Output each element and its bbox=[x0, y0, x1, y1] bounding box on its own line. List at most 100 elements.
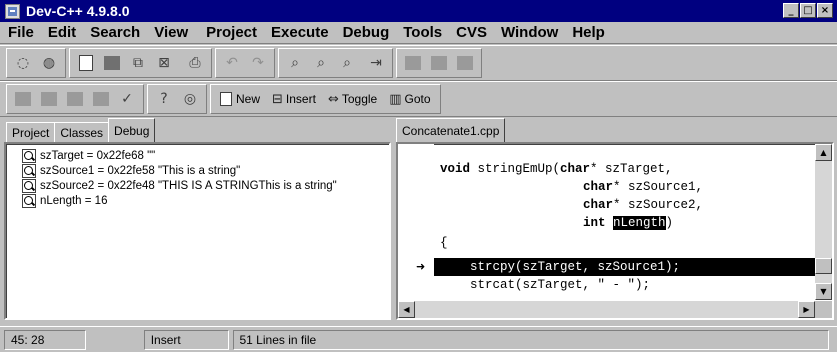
menu-project[interactable]: Project bbox=[199, 22, 264, 44]
tab-classes[interactable]: Classes bbox=[54, 122, 110, 142]
status-spacer bbox=[90, 330, 140, 350]
menu-help[interactable]: Help bbox=[565, 22, 612, 44]
scroll-right-icon[interactable]: ▶ bbox=[798, 301, 815, 318]
watch-variable-icon bbox=[22, 148, 36, 163]
editor-pane: Concatenate1.cpp ➜ void stringEmUp(char*… bbox=[396, 118, 834, 320]
toolbar-group-compile: ✓ bbox=[6, 84, 144, 114]
check-syntax-icon[interactable]: ✓ bbox=[115, 87, 139, 111]
about-icon[interactable]: ◎ bbox=[178, 87, 202, 111]
save-icon[interactable] bbox=[100, 51, 124, 75]
run-icon[interactable] bbox=[427, 51, 451, 75]
save-all-icon[interactable]: ⧉ bbox=[126, 51, 150, 75]
menu-tools[interactable]: Tools bbox=[396, 22, 449, 44]
toolbar-group-run bbox=[396, 48, 482, 78]
watch-text: szSource1 = 0x22fe58 "This is a string" bbox=[40, 164, 241, 177]
scroll-corner bbox=[815, 301, 832, 318]
keyword: int bbox=[583, 216, 606, 230]
watch-item[interactable]: szSource2 = 0x22fe48 "THIS IS A STRINGTh… bbox=[22, 178, 389, 193]
code-text: ) bbox=[665, 216, 674, 230]
keyword: char bbox=[583, 180, 614, 194]
tab-project[interactable]: Project bbox=[6, 122, 56, 142]
redo-icon[interactable]: ↷ bbox=[246, 51, 270, 75]
debug-icon[interactable] bbox=[453, 51, 477, 75]
menu-edit[interactable]: Edit bbox=[41, 22, 83, 44]
maximize-button[interactable]: □ bbox=[800, 3, 816, 18]
window-title: Dev-C++ 4.9.8.0 bbox=[26, 3, 130, 19]
goto-icon: ▥ bbox=[389, 91, 402, 107]
new-document-icon bbox=[220, 92, 232, 106]
watch-item[interactable]: szSource1 = 0x22fe58 "This is a string" bbox=[22, 163, 389, 178]
menu-file[interactable]: File bbox=[0, 22, 41, 44]
find-next-icon[interactable]: ⌕ bbox=[309, 51, 333, 75]
scroll-down-icon[interactable]: ▼ bbox=[815, 283, 832, 300]
new-button[interactable]: New bbox=[216, 87, 264, 111]
scroll-thumb[interactable] bbox=[815, 258, 832, 274]
close-file-icon[interactable]: ⊠ bbox=[152, 51, 176, 75]
code-line[interactable]: void stringEmUp(char* szTarget, bbox=[434, 160, 816, 178]
close-button[interactable]: × bbox=[817, 3, 833, 18]
replace-icon[interactable]: ⌕ bbox=[335, 51, 359, 75]
toolbar-group-search: ⌕ ⌕ ⌕ ⇥ bbox=[278, 48, 393, 78]
new-file-icon[interactable] bbox=[74, 51, 98, 75]
open-project-icon[interactable]: ◍ bbox=[37, 51, 61, 75]
title-bar: Dev-C++ 4.9.8.0 _ □ × bbox=[0, 0, 837, 22]
menu-view[interactable]: View bbox=[147, 22, 195, 44]
code-line[interactable]: char* szSource2, bbox=[434, 196, 816, 214]
menu-window[interactable]: Window bbox=[494, 22, 565, 44]
code-editor[interactable]: ➜ void stringEmUp(char* szTarget, char* … bbox=[396, 142, 834, 320]
current-execution-line[interactable]: strcpy(szTarget, szSource1); bbox=[434, 258, 816, 276]
insert-icon: ⊟ bbox=[272, 91, 283, 107]
watch-variable-icon bbox=[22, 163, 36, 178]
undo-icon[interactable]: ↶ bbox=[220, 51, 244, 75]
vertical-scrollbar[interactable]: ▲ ▼ bbox=[815, 144, 832, 300]
watch-item[interactable]: nLength = 16 bbox=[22, 193, 389, 208]
toggle-button[interactable]: ⇔ Toggle bbox=[324, 87, 381, 111]
rebuild-icon[interactable] bbox=[89, 87, 113, 111]
status-bar: 45: 28 Insert 51 Lines in file bbox=[0, 326, 837, 352]
horizontal-scrollbar[interactable]: ◀ ▶ bbox=[398, 301, 815, 318]
code-line[interactable]: { bbox=[434, 234, 816, 252]
menu-debug[interactable]: Debug bbox=[336, 22, 397, 44]
code-text: * szSource2, bbox=[613, 198, 704, 212]
print-icon[interactable]: ⎙ bbox=[183, 51, 207, 75]
code-area[interactable]: void stringEmUp(char* szTarget, char* sz… bbox=[434, 144, 816, 302]
insert-button[interactable]: ⊟ Insert bbox=[268, 87, 320, 111]
goto-line-icon[interactable]: ⇥ bbox=[364, 51, 388, 75]
help-icon[interactable]: ? bbox=[152, 87, 176, 111]
insert-label: Insert bbox=[285, 92, 316, 106]
keyword: char bbox=[560, 162, 591, 176]
scroll-left-icon[interactable]: ◀ bbox=[398, 301, 415, 318]
code-text: * szSource1, bbox=[613, 180, 704, 194]
menu-search[interactable]: Search bbox=[83, 22, 147, 44]
tab-concatenate1-cpp[interactable]: Concatenate1.cpp bbox=[396, 118, 506, 142]
code-line[interactable]: char* szSource1, bbox=[434, 178, 816, 196]
toolbar-group-file: ⧉ ⊠ ⎙ bbox=[69, 48, 212, 78]
compile-project-icon[interactable] bbox=[11, 87, 35, 111]
tab-debug[interactable]: Debug bbox=[108, 118, 156, 142]
run-project-icon[interactable] bbox=[37, 87, 61, 111]
toolbar-group-help: ? ◎ bbox=[147, 84, 207, 114]
compile-run-icon[interactable] bbox=[63, 87, 87, 111]
editor-gutter[interactable]: ➜ bbox=[398, 144, 434, 318]
secondary-toolbar: ✓ ? ◎ New ⊟ Insert ⇔ Toggle ▥ Goto bbox=[0, 81, 837, 117]
menu-execute[interactable]: Execute bbox=[264, 22, 336, 44]
window-controls: _ □ × bbox=[783, 3, 833, 18]
menu-cvs[interactable]: CVS bbox=[449, 22, 494, 44]
toggle-label: Toggle bbox=[341, 92, 378, 106]
code-line[interactable]: strcat(szTarget, " - "); bbox=[434, 276, 816, 294]
minimize-button[interactable]: _ bbox=[783, 3, 799, 18]
new-project-icon[interactable]: ◌ bbox=[11, 51, 35, 75]
find-icon[interactable]: ⌕ bbox=[283, 51, 307, 75]
code-line[interactable]: int nLength) bbox=[434, 214, 816, 232]
editor-tabs: Concatenate1.cpp bbox=[396, 118, 834, 142]
edit-mode: Insert bbox=[143, 329, 229, 350]
compile-icon[interactable] bbox=[401, 51, 425, 75]
watch-item[interactable]: szTarget = 0x22fe68 "" bbox=[22, 148, 389, 163]
devcpp-app-icon bbox=[5, 3, 20, 19]
watch-tree: szTarget = 0x22fe68 "" szSource1 = 0x22f… bbox=[6, 144, 389, 208]
main-toolbar: ◌ ◍ ⧉ ⊠ ⎙ ↶ ↷ ⌕ ⌕ ⌕ ⇥ bbox=[0, 45, 837, 81]
toolbar-group-edit: ↶ ↷ bbox=[215, 48, 275, 78]
watch-text: nLength = 16 bbox=[40, 194, 108, 207]
scroll-up-icon[interactable]: ▲ bbox=[815, 144, 832, 161]
goto-button[interactable]: ▥ Goto bbox=[385, 87, 434, 111]
